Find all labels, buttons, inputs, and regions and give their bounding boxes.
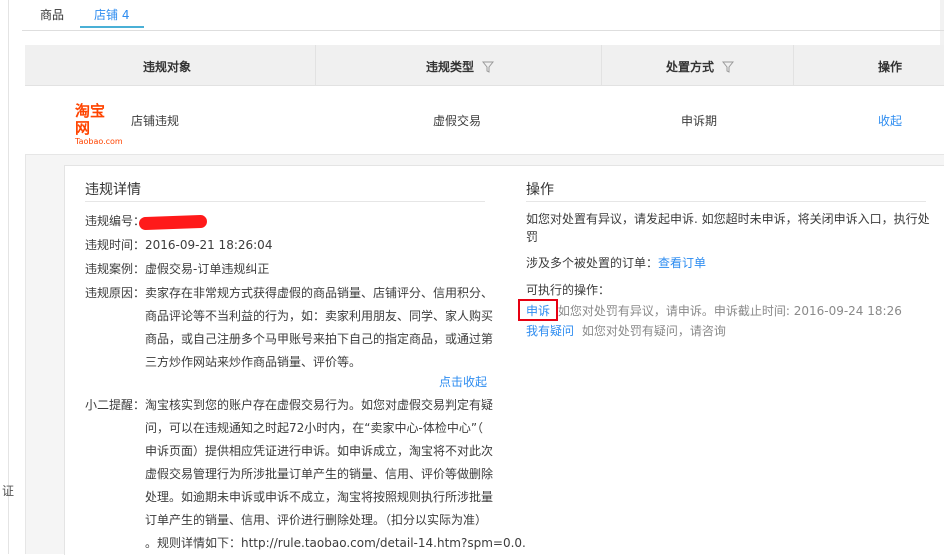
- view-orders-link[interactable]: 查看订单: [658, 256, 706, 270]
- detail-title-divider: [85, 201, 485, 202]
- violation-reason-line: 商品，或自己注册多个马甲账号来拍下自己的指定商品，或通过第: [145, 332, 494, 346]
- tab-bar: 商品 店铺 4: [22, 0, 944, 31]
- operation-title: 操作: [526, 182, 554, 198]
- appeal-description: 如您对处罚有异议，请申诉。申诉截止时间: 2016-09-24 18:26: [557, 304, 902, 318]
- question-row: 我有疑问 如您对处罚有疑问，请咨询: [526, 320, 726, 343]
- tab-goods[interactable]: 商品: [40, 6, 64, 23]
- header-operation: 操作: [878, 60, 903, 74]
- tip-line: 小二提醒：淘宝核实到您的账户存在虚假交易行为。如您对虚假交易判定有疑: [85, 398, 494, 412]
- column-divider: [601, 45, 602, 85]
- tab-shop[interactable]: 店铺 4: [94, 6, 129, 23]
- appeal-highlight-box: [518, 299, 558, 321]
- violation-case: 违规案例：虚假交易-订单违规纠正: [85, 262, 270, 276]
- table-row: 淘宝网 Taobao.com 店铺违规 虚假交易 申诉期 收起: [25, 86, 944, 155]
- active-tab-indicator: [80, 26, 144, 28]
- operation-title-divider: [526, 201, 926, 202]
- header-method-wrap: 处置方式: [666, 58, 735, 75]
- cell-object: 店铺违规: [131, 114, 180, 128]
- collapse-link[interactable]: 收起: [878, 112, 902, 129]
- tip-line: 申诉页面）提供相应凭证进行申诉。如申诉成立，淘宝将不对此次: [145, 444, 494, 458]
- header-type: 违规类型: [426, 60, 475, 74]
- column-divider: [793, 45, 794, 85]
- cell-method: 申诉期: [681, 114, 718, 128]
- violation-reason-line: 三方炒作网站来炒作商品销量、评价等。: [145, 355, 362, 369]
- violation-time: 违规时间：2016-09-21 18:26:04: [85, 238, 273, 252]
- detail-title: 违规详情: [85, 182, 141, 198]
- header-method: 处置方式: [666, 60, 715, 74]
- header-type-wrap: 违规类型: [426, 58, 495, 75]
- filter-icon[interactable]: [722, 61, 735, 73]
- filter-icon[interactable]: [482, 61, 495, 73]
- header-object: 违规对象: [143, 60, 192, 74]
- tip-line: 。规则详情如下：http://rule.taobao.com/detail-14…: [145, 536, 526, 550]
- tip-line: 订单产生的销量、信用、评价进行删除处理。（扣分以实际为准）: [145, 513, 488, 527]
- orders-label: 涉及多个被处置的订单：: [526, 256, 659, 270]
- tip-line: 虚假交易管理行为所涉批量订单产生的销量、信用、评价等做删除: [145, 467, 494, 481]
- taobao-logo: 淘宝网 Taobao.com: [75, 103, 123, 147]
- logo-text-en: Taobao.com: [75, 137, 123, 146]
- question-link[interactable]: 我有疑问: [526, 324, 574, 338]
- left-divider: [8, 0, 9, 554]
- violation-reason-line: 商品评论等不当利益的行为，如：卖家利用朋友、同学、家人购买: [145, 309, 494, 323]
- operation-notice-line: 罚: [526, 230, 539, 244]
- violation-reason-line: 违规原因：卖家存在非常规方式获得虚假的商品销量、店铺评分、信用积分、: [85, 286, 494, 300]
- table-header: 违规对象 违规类型 处置方式 操作: [25, 45, 944, 86]
- click-collapse-link[interactable]: 点击收起: [439, 371, 487, 394]
- redaction-mark: [138, 214, 208, 231]
- tip-line: 问，可以在违规通知之时起72小时内，在“卖家中心-体检中心”（: [145, 421, 484, 435]
- operation-notice-line: 如您对处置有异议，请发起申诉. 如您超时未申诉，将关闭申诉入口，执行处: [526, 212, 930, 226]
- column-divider: [315, 45, 316, 85]
- question-description: 如您对处罚有疑问，请咨询: [581, 324, 726, 338]
- orders-row: 涉及多个被处置的订单：查看订单: [526, 252, 706, 275]
- tip-line: 处理。如逾期未申诉或申诉不成立，淘宝将按照规则执行所涉批量: [145, 490, 494, 504]
- cell-type: 虚假交易: [433, 114, 482, 128]
- left-edge-text: 证: [2, 484, 15, 498]
- violation-number-label: 违规编号：: [85, 214, 146, 228]
- logo-text-cn: 淘宝网: [75, 102, 106, 137]
